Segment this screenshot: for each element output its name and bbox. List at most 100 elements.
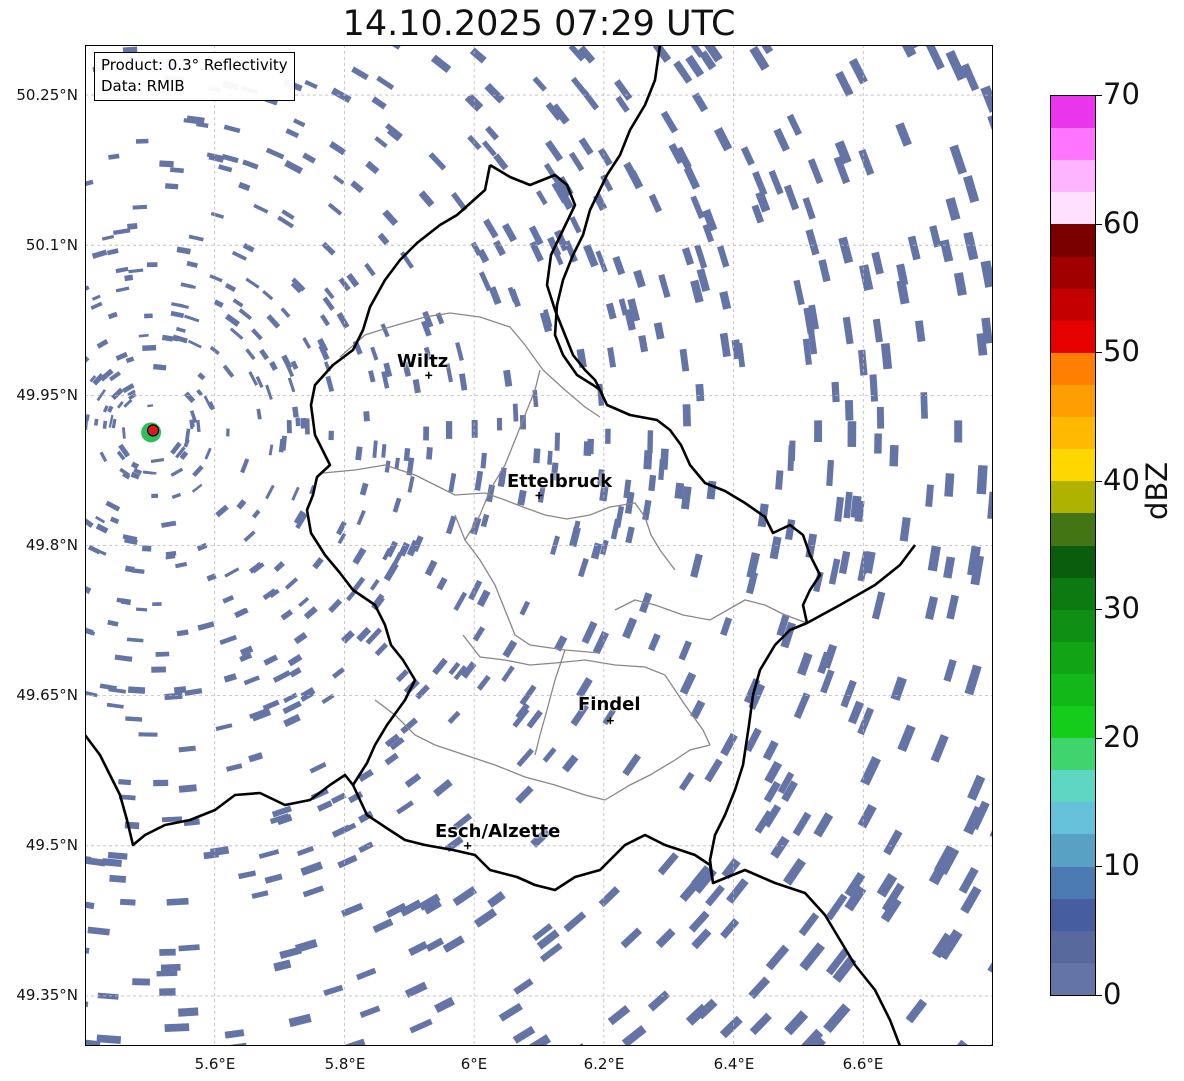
radar-echo [331, 667, 346, 679]
radar-echo [328, 430, 334, 441]
radar-echo [286, 419, 292, 434]
radar-echo [215, 723, 233, 731]
radar-echo [355, 446, 363, 461]
radar-echo [85, 516, 94, 528]
radar-echo [813, 812, 834, 838]
radar-echo [554, 432, 561, 451]
radar-echo [485, 125, 499, 141]
radar-echo [725, 878, 749, 904]
radar-echo [240, 458, 250, 474]
radar-echo [448, 473, 457, 493]
radar-site-icon [141, 422, 162, 443]
radar-echo [704, 758, 723, 783]
radar-echo [99, 451, 108, 463]
radar-echo [519, 684, 537, 706]
radar-echo [209, 274, 223, 283]
radar-echo [385, 45, 403, 50]
radar-echo [130, 461, 140, 470]
radar-echo [255, 376, 264, 388]
radar-echo [245, 277, 260, 289]
colorbar-segment [1051, 641, 1095, 674]
radar-echo [418, 190, 435, 208]
radar-echo [238, 308, 253, 321]
radar-echo [245, 348, 256, 361]
radar-echo [396, 800, 414, 815]
radar-echo [262, 699, 280, 711]
colorbar-tick [1096, 95, 1102, 96]
radar-echo [251, 509, 261, 519]
colorbar-segment [1051, 866, 1095, 899]
radar-echo [116, 400, 124, 409]
radar-echo [164, 1023, 190, 1032]
radar-echo [976, 465, 988, 495]
radar-echo [746, 552, 761, 579]
radar-echo [376, 75, 395, 91]
radar-echo [150, 457, 165, 464]
radar-echo [404, 773, 422, 788]
lat-tick-label: 49.8°N [25, 536, 78, 554]
radar-echo [529, 241, 544, 263]
radar-echo [351, 66, 369, 81]
radar-echo [424, 559, 438, 577]
colorbar-segment [1051, 545, 1095, 578]
radar-echo [85, 355, 90, 370]
radar-echo [85, 908, 86, 917]
radar-echo [796, 652, 813, 676]
radar-echo [153, 363, 167, 371]
radar-echo [340, 630, 355, 644]
radar-echo [433, 778, 453, 797]
radar-echo [590, 542, 603, 560]
radar-echo [847, 421, 857, 447]
radar-echo [236, 499, 247, 510]
radar-echo [764, 760, 783, 784]
colorbar-tick [1096, 866, 1102, 868]
radar-echo [858, 349, 868, 376]
radar-echo [595, 250, 608, 273]
radar-echo [470, 517, 482, 535]
radar-echo [765, 944, 790, 971]
radar-echo [125, 716, 143, 722]
colorbar-tick-label: 20 [1103, 719, 1140, 754]
radar-map[interactable] [85, 45, 993, 1046]
radar-echo [298, 596, 310, 608]
radar-echo [279, 946, 302, 959]
radar-echo [243, 530, 256, 542]
radar-echo [493, 240, 506, 257]
radar-echo [273, 959, 292, 972]
radar-echo [719, 290, 732, 310]
radar-echo [857, 803, 877, 829]
radar-echo [583, 243, 599, 268]
radar-echo [304, 418, 310, 435]
radar-echo [95, 515, 106, 524]
radar-echo [284, 577, 299, 590]
radar-echo [564, 1042, 586, 1046]
radar-echo [924, 595, 939, 621]
radar-echo [871, 251, 884, 275]
radar-echo [95, 523, 109, 534]
radar-echo [253, 203, 269, 214]
radar-echo [106, 702, 124, 709]
radar-echo [400, 717, 418, 735]
radar-echo [818, 259, 831, 283]
radar-echo [752, 171, 768, 196]
radar-echo [805, 228, 820, 256]
radar-echo [512, 403, 519, 422]
radar-echo [243, 675, 260, 686]
colorbar-segment [1051, 191, 1095, 225]
radar-echo [831, 381, 840, 403]
radar-echo [87, 926, 110, 936]
radar-echo [160, 963, 181, 972]
radar-echo [265, 484, 275, 500]
radar-echo [153, 779, 169, 787]
radar-echo [408, 940, 429, 957]
radar-echo [102, 405, 109, 413]
radar-echo [107, 851, 128, 860]
radar-echo [265, 147, 285, 160]
radar-echo [695, 383, 705, 402]
radar-echo [648, 474, 657, 492]
colorbar-segment [1051, 705, 1095, 739]
radar-echo [502, 222, 517, 243]
radar-echo [532, 76, 547, 92]
radar-echo [685, 45, 705, 58]
radar-echo [648, 193, 663, 213]
